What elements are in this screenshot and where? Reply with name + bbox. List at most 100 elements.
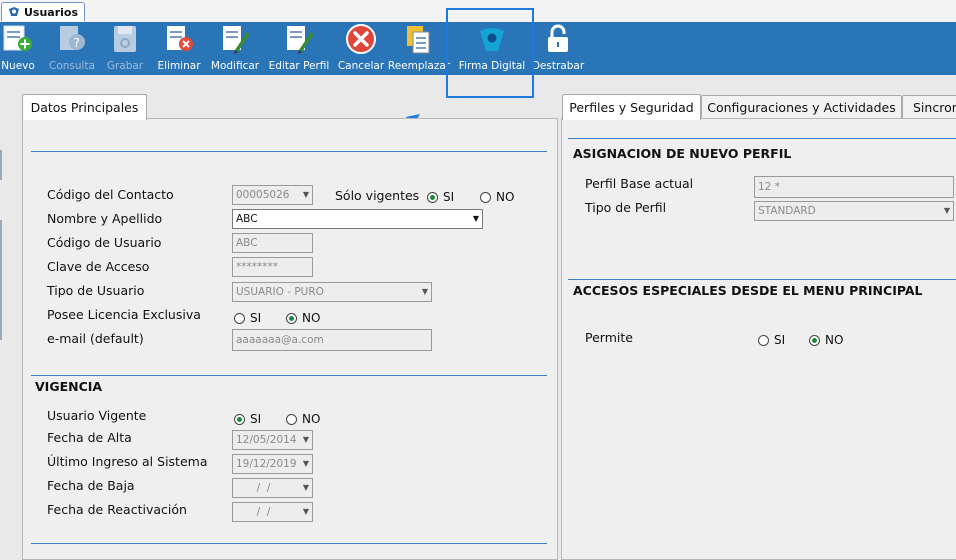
tipo-perfil-select[interactable]: STANDARD ▼ [754,201,954,221]
edit-profile-icon [287,26,314,54]
consulta-label: Consulta [49,60,96,72]
fecha-baja-label: Fecha de Baja [47,478,135,493]
nombre-apellido-value: ABC [236,213,258,225]
query-icon: ? [60,26,85,50]
licencia-no-radio[interactable]: NO [286,311,320,325]
codigo-contacto-select[interactable]: 00005026 ▼ [232,185,313,205]
eliminar-button[interactable]: Eliminar [157,22,201,75]
licencia-si-radio[interactable]: SI [234,311,261,325]
email-field[interactable]: aaaaaaa@a.com [232,329,432,351]
save-icon [114,26,136,52]
fecha-reactivacion-label: Fecha de Reactivación [47,502,187,517]
codigo-usuario-value: ABC [236,237,258,249]
solo-vigentes-no-radio[interactable]: NO [480,190,514,204]
unlock-icon [548,24,568,52]
tipo-usuario-select[interactable]: USUARIO - PURO ▼ [232,282,432,302]
destrabar-label: Destrabar [531,60,585,72]
new-document-icon [3,25,32,51]
radio-unchecked-icon [234,312,245,324]
radio-label: NO [825,333,844,347]
chevron-down-icon: ▼ [302,483,309,492]
chevron-down-icon: ▼ [472,214,479,223]
tab-configuraciones-actividades[interactable]: Configuraciones y Actividades [701,95,902,119]
codigo-contacto-value: 00005026 [236,189,290,201]
radio-unchecked-icon [286,413,297,425]
grabar-label: Grabar [106,60,144,72]
fecha-baja-field[interactable]: / / ▼ [232,478,313,498]
grabar-button[interactable]: Grabar [106,22,144,75]
perfil-base-field[interactable]: 12 * [754,176,954,198]
chevron-down-icon: ▼ [943,206,950,215]
reemplazar-label: Reemplazar [387,60,451,72]
usuario-vigente-no-radio[interactable]: NO [286,412,320,426]
radio-checked-icon [809,334,820,346]
codigo-contacto-label: Código del Contacto [47,187,174,202]
radio-label: SI [443,190,455,204]
fecha-baja-value: / / [250,482,271,494]
window-tab-usuarios[interactable]: Usuarios [1,2,86,21]
permite-si-radio[interactable]: SI [758,333,785,347]
reemplazar-button[interactable]: Reemplazar [388,22,450,75]
codigo-usuario-field[interactable]: ABC [232,233,313,253]
editar-perfil-button[interactable]: Editar Perfil [268,22,330,75]
ultimo-ingreso-field[interactable]: 19/12/2019 ▼ [232,454,313,474]
radio-label: NO [496,190,515,204]
usuario-vigente-si-radio[interactable]: SI [234,412,261,426]
tipo-usuario-label: Tipo de Usuario [47,283,145,298]
modificar-button[interactable]: Modificar [210,22,260,75]
radio-label: NO [302,412,321,426]
consulta-button[interactable]: ? Consulta [49,22,96,75]
radio-checked-icon [286,312,297,324]
fecha-alta-value: 12/05/2014 [236,434,297,446]
chevron-down-icon: ▼ [302,190,309,199]
fecha-alta-field[interactable]: 12/05/2014 ▼ [232,430,313,450]
licencia-exclusiva-label: Posee Licencia Exclusiva [47,307,201,322]
radio-unchecked-icon [758,334,769,346]
cancelar-label: Cancelar [337,60,385,72]
section-divider [568,138,956,139]
perfil-base-value: 12 * [758,181,780,193]
tab-configuraciones-label: Configuraciones y Actividades [707,100,896,115]
asignacion-title: ASIGNACION DE NUEVO PERFIL [573,146,792,161]
nuevo-button[interactable]: Nuevo [1,22,35,75]
nombre-apellido-label: Nombre y Apellido [47,211,163,226]
tipo-perfil-label: Tipo de Perfil [585,200,667,215]
usuario-vigente-label: Usuario Vigente [47,408,147,423]
cancelar-button[interactable]: Cancelar [338,22,384,75]
clave-acceso-label: Clave de Acceso [47,259,150,274]
fecha-alta-label: Fecha de Alta [47,430,132,445]
tab-sincronizacion[interactable]: Sincron [902,95,956,118]
destrabar-button[interactable]: Destrabar [531,22,585,75]
eliminar-label: Eliminar [157,60,201,72]
solo-vigentes-si-radio[interactable]: SI [427,190,454,204]
section-divider [31,375,547,376]
tab-perfiles-seguridad-label: Perfiles y Seguridad [569,100,694,115]
radio-label: NO [302,311,321,325]
radio-label: SI [250,311,262,325]
nuevo-label: Nuevo [1,60,35,72]
solo-vigentes-label: Sólo vigentes [335,188,420,203]
tab-datos-principales[interactable]: Datos Principales [22,94,147,120]
nombre-apellido-select[interactable]: ABC ▼ [232,209,483,229]
fecha-reactivacion-field[interactable]: / / ▼ [232,502,313,522]
delete-document-icon [167,26,193,51]
tipo-usuario-value: USUARIO - PURO [236,286,324,298]
codigo-usuario-label: Código de Usuario [47,235,162,250]
left-edge-marker [0,220,2,340]
tab-sincronizacion-label: Sincron [913,99,956,115]
radio-checked-icon [234,413,245,425]
replace-documents-icon [407,26,430,54]
accesos-title: ACCESOS ESPECIALES DESDE EL MENU PRINCIP… [573,283,923,298]
window-tab-label: Usuarios [24,5,79,19]
editar-perfil-label: Editar Perfil [268,60,330,72]
section-divider [31,151,547,152]
permite-no-radio[interactable]: NO [809,333,843,347]
email-value: aaaaaaa@a.com [236,334,324,346]
left-edge-marker [0,150,2,180]
tab-perfiles-seguridad[interactable]: Perfiles y Seguridad [562,94,701,120]
modificar-label: Modificar [210,60,260,72]
chevron-down-icon: ▼ [421,287,428,296]
clave-acceso-value: ******** [236,261,278,273]
clave-acceso-field[interactable]: ******** [232,257,313,277]
cancel-icon [346,24,376,54]
